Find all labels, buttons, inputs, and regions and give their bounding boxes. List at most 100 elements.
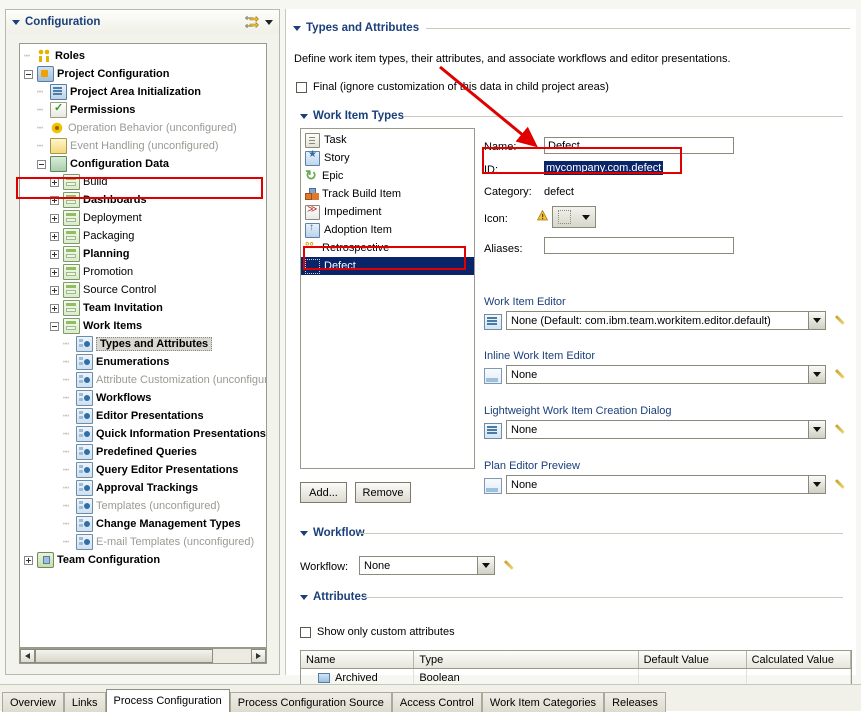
attributes-table[interactable]: Name Type Default Value Calculated Value Ar… (300, 650, 852, 687)
scroll-left-button[interactable] (20, 649, 35, 663)
editor-tab-bar[interactable]: Overview Links Process Configuration Proces… (0, 684, 861, 712)
tree-item-packaging[interactable]: Packaging (20, 227, 266, 245)
tab-links[interactable]: Links (63, 692, 106, 712)
tree-item-roles[interactable]: ┉ Roles (20, 47, 266, 65)
tab-process-configuration-source[interactable]: Process Configuration Source (229, 692, 392, 712)
add-button[interactable]: Add... (300, 482, 347, 503)
attributes-section-title[interactable]: Attributes (300, 591, 367, 603)
scroll-right-button[interactable] (251, 649, 266, 663)
tree-expand-icon[interactable] (50, 177, 59, 187)
work-item-type-row-impediment[interactable]: Impediment (301, 203, 474, 221)
attributes-column-header-0[interactable]: Name (301, 651, 415, 668)
tree-collapse-icon[interactable] (37, 159, 46, 169)
work-item-type-row-epic[interactable]: Epic (301, 167, 474, 185)
editor-combo-dropdown-button-1[interactable] (808, 366, 825, 383)
tree-item-promotion[interactable]: Promotion (20, 263, 266, 281)
editor-edit-pencil-icon-2[interactable] (835, 422, 850, 437)
tree-expand-icon[interactable] (50, 231, 59, 241)
tree-item-permissions[interactable]: ┉ Permissions (20, 101, 266, 119)
tab-process-configuration[interactable]: Process Configuration (105, 689, 230, 712)
final-checkbox[interactable] (296, 81, 307, 93)
editor-combo-1[interactable]: None (506, 365, 826, 384)
scrollbar-thumb[interactable] (35, 649, 213, 663)
attributes-column-header-2[interactable]: Default Value (639, 651, 747, 668)
tree-item-configuration-data[interactable]: Configuration Data (20, 155, 266, 173)
tree-item-source-control[interactable]: Source Control (20, 281, 266, 299)
tree-item-project-area-initialization[interactable]: ┉ Project Area Initialization (20, 83, 266, 101)
tree-item-build[interactable]: Build (20, 173, 266, 191)
workflow-combo[interactable]: None (359, 556, 495, 575)
tree-item-approval-trackings[interactable]: ┉ Approval Trackings (20, 479, 266, 497)
tree-item-dashboards[interactable]: Dashboards (20, 191, 266, 209)
editor-combo-dropdown-button-0[interactable] (808, 312, 825, 329)
show-custom-attributes-checkbox[interactable] (300, 626, 311, 638)
aliases-input[interactable] (544, 237, 734, 254)
tree-item-planning[interactable]: Planning (20, 245, 266, 263)
id-value[interactable]: mycompany.com.defect (544, 161, 664, 175)
editor-combo-3[interactable]: None (506, 475, 826, 494)
tree-item-quick-information-presentations[interactable]: ┉ Quick Information Presentations (20, 425, 266, 443)
types-and-attributes-title[interactable]: Types and Attributes (293, 22, 419, 34)
tree-expand-icon[interactable] (50, 285, 59, 295)
final-checkbox-row[interactable]: Final (ignore customization of this data… (296, 81, 609, 93)
editor-combo-2[interactable]: None (506, 420, 826, 439)
tree-item-project-configuration[interactable]: Project Configuration (20, 65, 266, 83)
workflow-combo-dropdown-button[interactable] (477, 557, 494, 574)
tab-work-item-categories[interactable]: Work Item Categories (481, 692, 605, 712)
workflow-edit-pencil-icon[interactable] (504, 558, 519, 573)
icon-picker-button[interactable] (552, 206, 596, 228)
tree-item-e-mail-templates-unconfigured[interactable]: ┉ E-mail Templates (unconfigured) (20, 533, 266, 551)
work-item-type-row-track-build-item[interactable]: Track Build Item (301, 185, 474, 203)
tree-item-team-invitation[interactable]: Team Invitation (20, 299, 266, 317)
link-with-editor-icon[interactable] (244, 15, 259, 29)
work-item-type-row-retrospective[interactable]: Retrospective (301, 239, 474, 257)
editor-combo-0[interactable]: None (Default: com.ibm.team.workitem.edi… (506, 311, 826, 330)
show-custom-attributes-row[interactable]: Show only custom attributes (300, 626, 455, 638)
tree-item-workflows[interactable]: ┉ Workflows (20, 389, 266, 407)
editor-edit-pencil-icon-1[interactable] (835, 367, 850, 382)
attributes-column-header-1[interactable]: Type (414, 651, 639, 668)
tree-expand-icon[interactable] (50, 195, 59, 205)
tree-item-deployment[interactable]: Deployment (20, 209, 266, 227)
tree-item-event-handling-unconfigured[interactable]: ┉ Event Handling (unconfigured) (20, 137, 266, 155)
workflow-section-title[interactable]: Workflow (300, 527, 365, 539)
tree-horizontal-scrollbar[interactable] (19, 648, 267, 664)
remove-button[interactable]: Remove (355, 482, 411, 503)
view-menu-chevron-down-icon[interactable] (265, 19, 273, 25)
editor-edit-pencil-icon-0[interactable] (835, 313, 850, 328)
tree-collapse-icon[interactable] (24, 69, 33, 79)
work-item-types-list[interactable]: Task Story Epic Track Build Item Impediment A… (300, 128, 475, 469)
tree-collapse-icon[interactable] (50, 321, 59, 331)
tree-expand-icon[interactable] (50, 213, 59, 223)
editor-edit-pencil-icon-3[interactable] (835, 477, 850, 492)
tree-expand-icon[interactable] (50, 303, 59, 313)
tree-item-operation-behavior-unconfigured[interactable]: ┉ Operation Behavior (unconfigured) (20, 119, 266, 137)
tree-item-change-management-types[interactable]: ┉ Change Management Types (20, 515, 266, 533)
tree-expand-icon[interactable] (50, 249, 59, 259)
editor-combo-dropdown-button-2[interactable] (808, 421, 825, 438)
tree-item-types-and-attributes[interactable]: ┉ Types and Attributes (20, 335, 266, 353)
work-item-type-row-defect[interactable]: Defect (301, 257, 474, 275)
tree-item-query-editor-presentations[interactable]: ┉ Query Editor Presentations (20, 461, 266, 479)
tab-access-control[interactable]: Access Control (391, 692, 482, 712)
configuration-section-title[interactable]: Configuration (12, 16, 244, 28)
work-item-type-row-adoption-item[interactable]: Adoption Item (301, 221, 474, 239)
configuration-tree[interactable]: ┉ Roles Project Configuration ┉ Project Area… (19, 43, 267, 648)
editor-combo-dropdown-button-3[interactable] (808, 476, 825, 493)
tree-expand-icon[interactable] (50, 267, 59, 277)
tree-item-enumerations[interactable]: ┉ Enumerations (20, 353, 266, 371)
work-item-type-row-task[interactable]: Task (301, 131, 474, 149)
tree-item-editor-presentations[interactable]: ┉ Editor Presentations (20, 407, 266, 425)
tree-expand-icon[interactable] (24, 555, 33, 565)
tree-item-team-configuration[interactable]: Team Configuration (20, 551, 266, 569)
tree-item-templates-unconfigured[interactable]: ┉ Templates (unconfigured) (20, 497, 266, 515)
tab-overview[interactable]: Overview (2, 692, 64, 712)
name-input[interactable]: Defect (544, 137, 734, 154)
tab-releases[interactable]: Releases (604, 692, 666, 712)
tree-item-attribute-customization-unconfigured[interactable]: ┉ Attribute Customization (unconfigured) (20, 371, 266, 389)
tree-item-predefined-queries[interactable]: ┉ Predefined Queries (20, 443, 266, 461)
attributes-column-header-3[interactable]: Calculated Value (747, 651, 851, 668)
tree-item-work-items[interactable]: Work Items (20, 317, 266, 335)
work-item-types-section-title[interactable]: Work Item Types (300, 110, 404, 122)
work-item-type-row-story[interactable]: Story (301, 149, 474, 167)
